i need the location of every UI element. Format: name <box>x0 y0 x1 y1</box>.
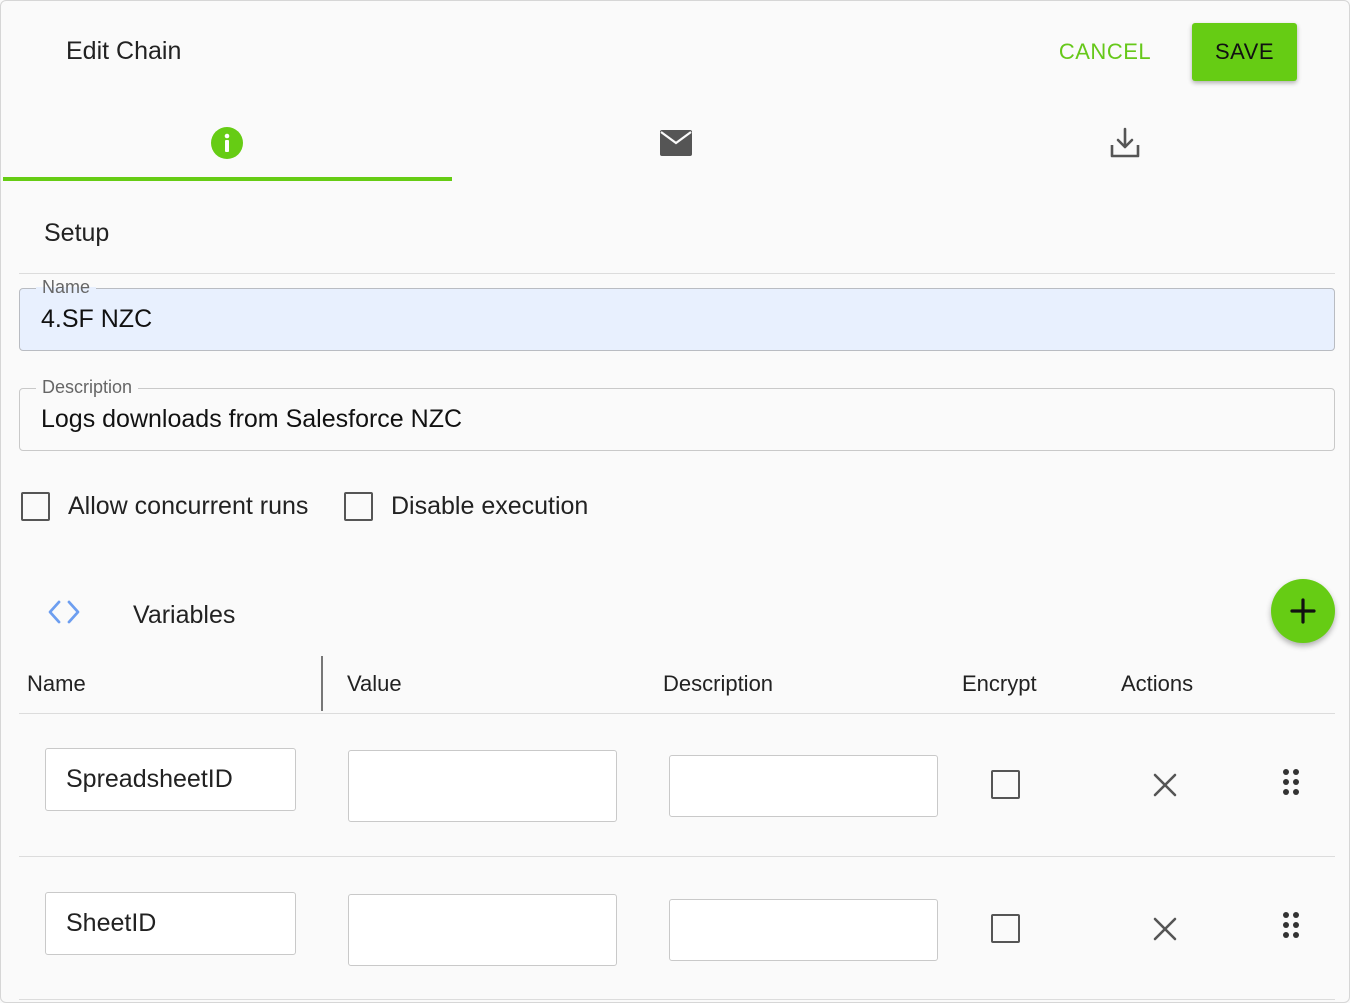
encrypt-checkbox[interactable] <box>991 914 1020 943</box>
variable-value-input[interactable] <box>348 894 617 966</box>
tab-notifications[interactable] <box>452 105 901 181</box>
column-resize-handle[interactable] <box>321 656 323 711</box>
dialog-title: Edit Chain <box>66 37 182 65</box>
edit-chain-dialog: Edit Chain CANCEL SAVE Setup Name 4.SF N… <box>0 0 1350 1003</box>
column-header-actions: Actions <box>1121 671 1194 696</box>
close-icon[interactable] <box>1151 915 1179 943</box>
disable-execution-label: Disable execution <box>391 492 589 520</box>
table-header-divider <box>19 713 1335 714</box>
row-divider <box>19 999 1335 1000</box>
row-divider <box>19 856 1335 857</box>
variable-value-input[interactable] <box>348 750 617 822</box>
setup-divider <box>19 273 1335 274</box>
save-button[interactable]: SAVE <box>1192 23 1297 81</box>
plus-icon <box>1290 598 1316 624</box>
column-header-encrypt: Encrypt <box>962 671 1037 696</box>
column-header-description: Description <box>663 671 774 696</box>
add-variable-button[interactable] <box>1271 579 1335 643</box>
drag-handle-icon[interactable] <box>1281 910 1301 940</box>
close-icon[interactable] <box>1151 771 1179 799</box>
column-header-name: Name <box>27 671 86 696</box>
variable-name-input[interactable] <box>45 892 296 955</box>
variable-description-input[interactable] <box>669 755 938 817</box>
download-icon <box>1110 127 1139 158</box>
variable-name-input[interactable] <box>45 748 296 811</box>
name-field: Name <box>19 277 1335 351</box>
info-icon <box>211 127 244 159</box>
code-brackets-icon <box>48 600 80 624</box>
mail-icon <box>660 130 692 156</box>
disable-execution-checkbox[interactable] <box>344 492 373 521</box>
variable-description-input[interactable] <box>669 899 938 961</box>
variables-header <box>45 599 83 625</box>
tab-info[interactable] <box>3 105 452 181</box>
allow-concurrent-runs-label: Allow concurrent runs <box>68 492 309 520</box>
description-field: Description <box>19 377 1335 451</box>
tab-bar <box>3 105 1349 181</box>
variables-title: Variables <box>133 601 236 629</box>
encrypt-checkbox[interactable] <box>991 770 1020 799</box>
drag-handle-icon[interactable] <box>1281 767 1301 797</box>
description-input[interactable] <box>41 389 1311 450</box>
name-input[interactable] <box>41 289 1311 350</box>
setup-section-title: Setup <box>44 219 110 247</box>
cancel-button[interactable]: CANCEL <box>1046 27 1164 77</box>
tab-downloads[interactable] <box>900 105 1349 181</box>
allow-concurrent-runs-option[interactable]: Allow concurrent runs <box>21 492 308 521</box>
disable-execution-option[interactable]: Disable execution <box>344 492 588 521</box>
allow-concurrent-runs-checkbox[interactable] <box>21 492 50 521</box>
column-header-value: Value <box>347 671 402 696</box>
